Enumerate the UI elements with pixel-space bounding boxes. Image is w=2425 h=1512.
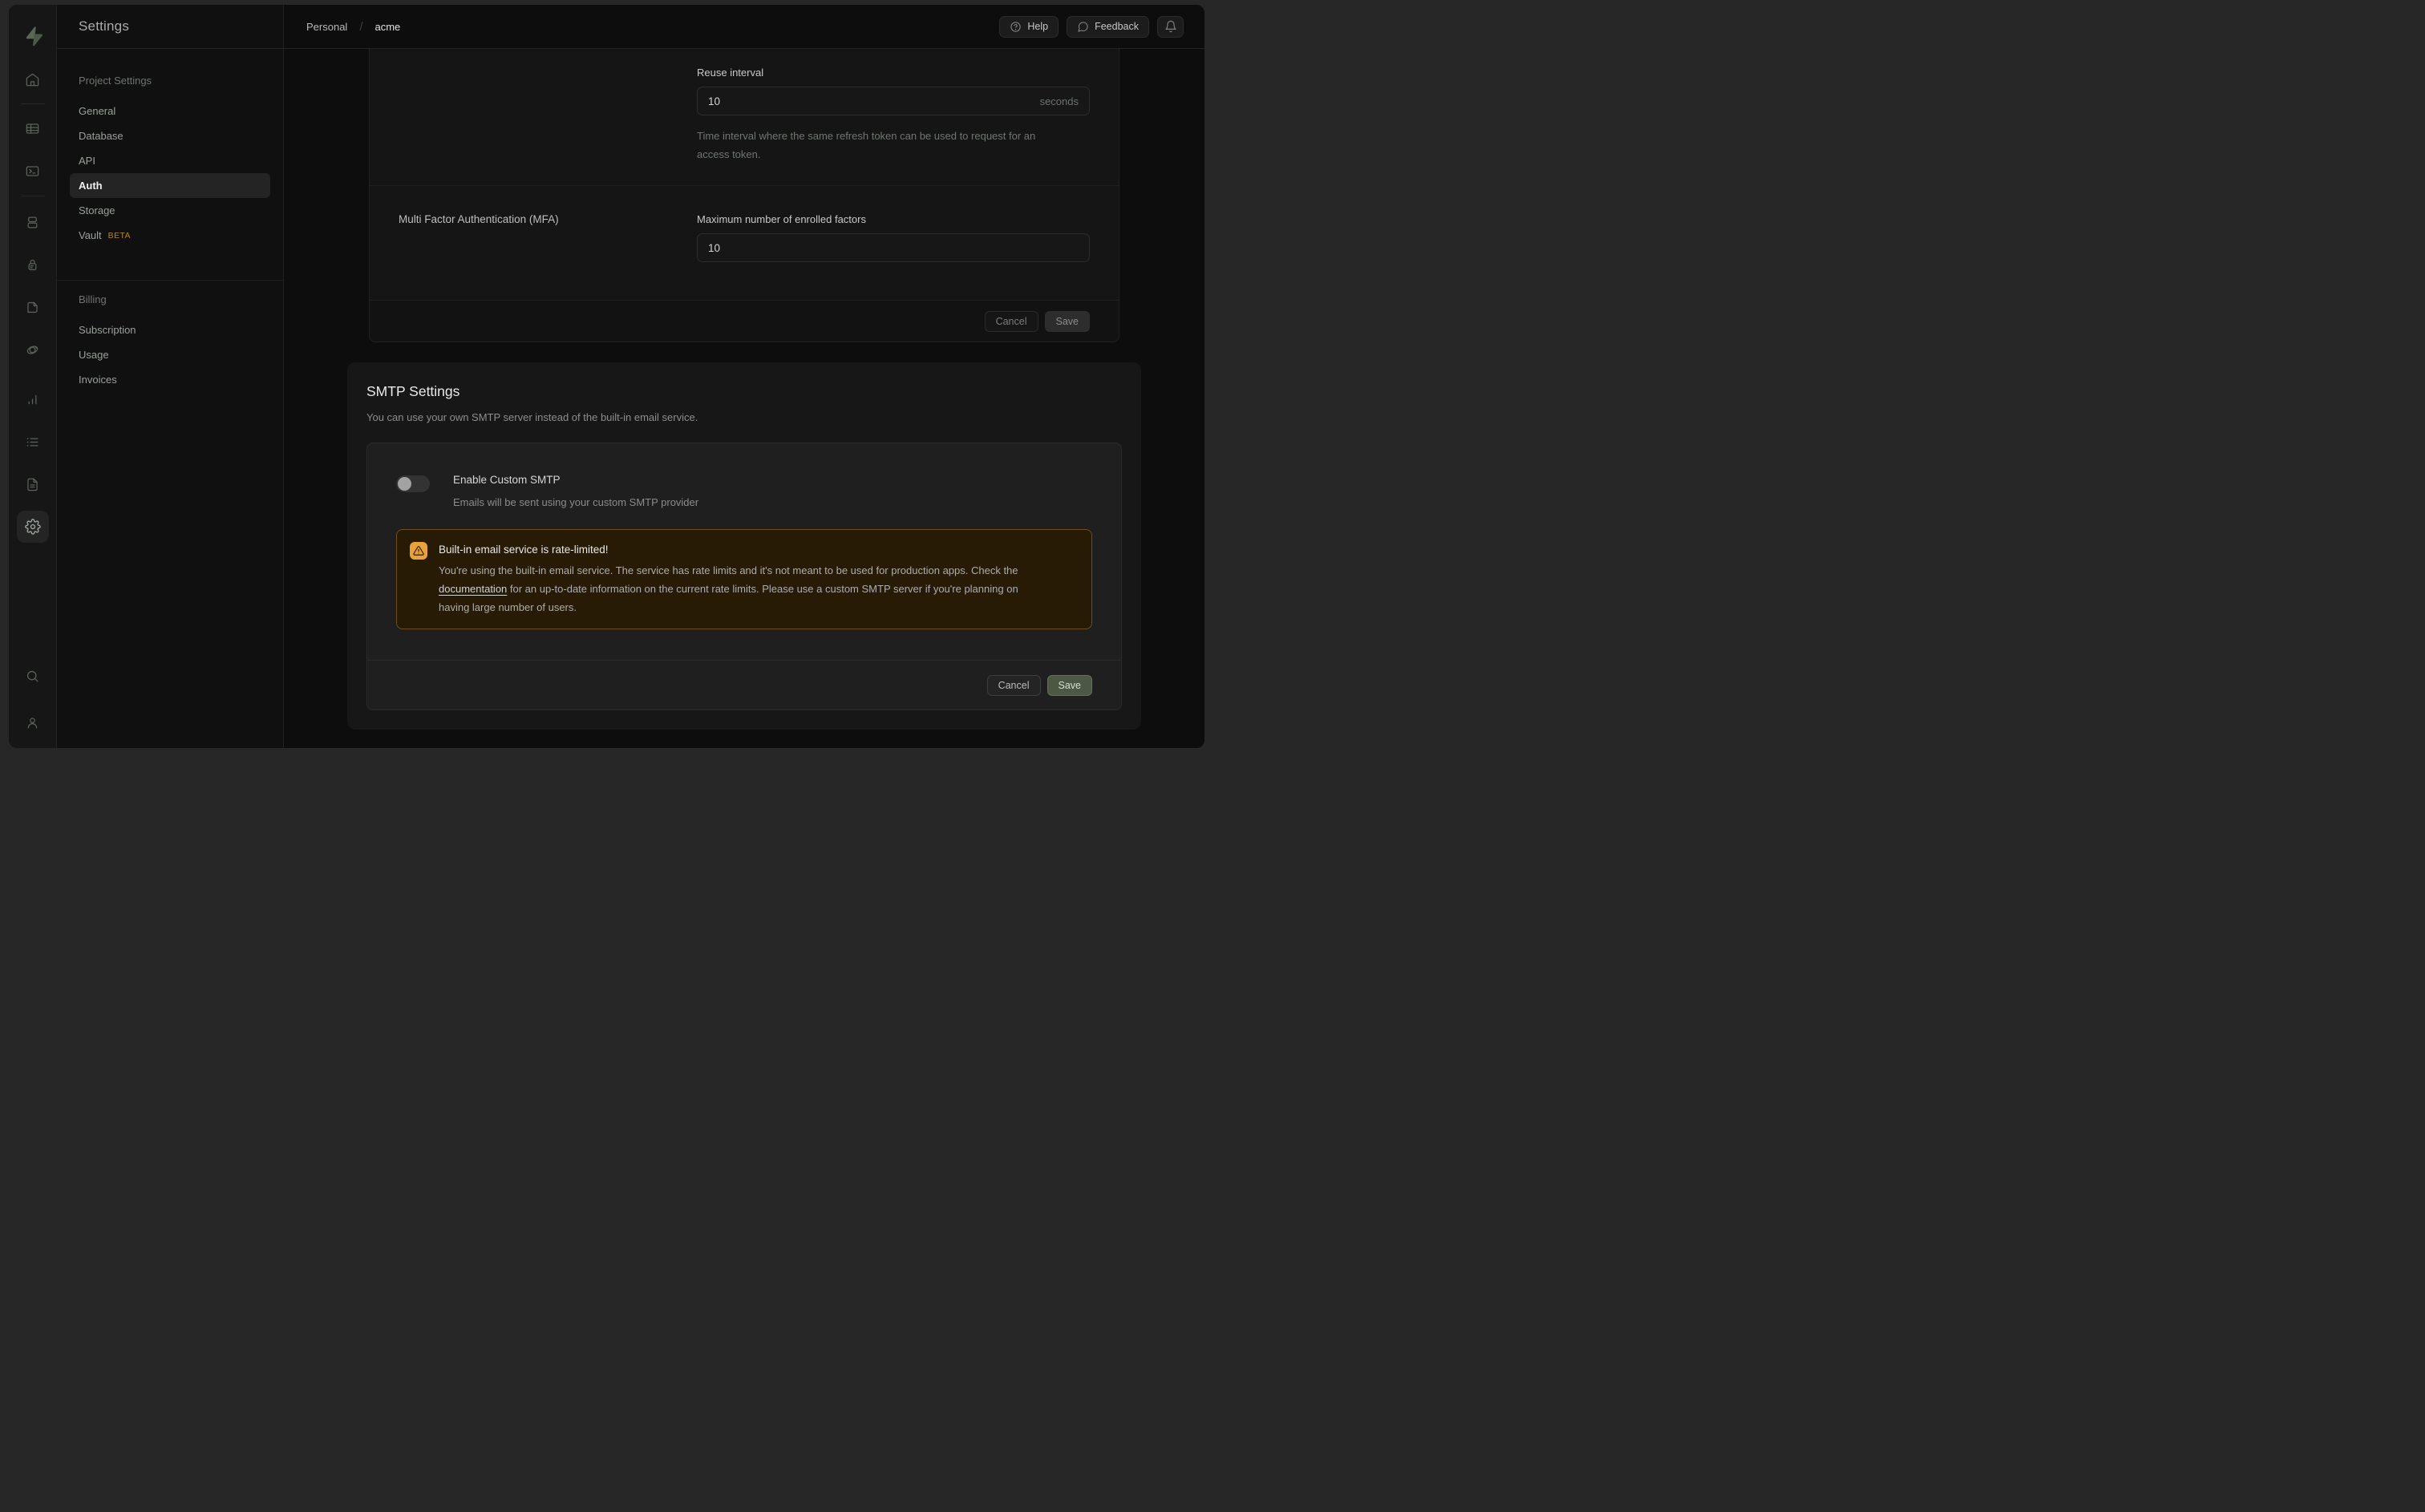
toggle-knob — [398, 477, 411, 491]
smtp-card: Enable Custom SMTP Emails will be sent u… — [366, 443, 1122, 710]
auth-card-footer: Cancel Save — [370, 300, 1119, 342]
sidebar-item-storage[interactable]: Storage — [70, 198, 270, 223]
warning-title: Built-in email service is rate-limited! — [439, 542, 1020, 558]
settings-sidebar-body: Project Settings General Database API Au… — [57, 49, 283, 392]
documentation-link[interactable]: documentation — [439, 583, 507, 595]
mfa-max-factors-input[interactable] — [708, 242, 1079, 254]
smtp-section: SMTP Settings You can use your own SMTP … — [347, 362, 1141, 730]
sidebar-item-usage[interactable]: Usage — [70, 342, 270, 367]
auth-tokens-card: Reuse interval seconds Time interval whe… — [369, 49, 1119, 342]
mfa-row: Multi Factor Authentication (MFA) Maximu… — [370, 186, 1119, 300]
app-panel: Settings Project Settings General Databa… — [9, 5, 1204, 748]
smtp-save-button[interactable]: Save — [1047, 675, 1093, 696]
smtp-card-footer: Cancel Save — [367, 660, 1121, 710]
row-left-spacer — [370, 49, 697, 185]
reports-icon[interactable] — [23, 390, 43, 409]
help-button[interactable]: Help — [999, 16, 1059, 38]
breadcrumb-org[interactable]: Personal — [306, 21, 347, 33]
nav-group-billing: Billing — [79, 293, 270, 308]
sidebar-item-invoices[interactable]: Invoices — [70, 367, 270, 392]
reuse-interval-input[interactable] — [708, 95, 1040, 107]
smtp-title: SMTP Settings — [366, 383, 1122, 400]
logs-icon[interactable] — [23, 432, 43, 451]
api-docs-icon[interactable] — [23, 475, 43, 494]
table-editor-icon[interactable] — [23, 119, 43, 138]
sidebar-item-subscription[interactable]: Subscription — [70, 317, 270, 342]
enable-custom-smtp-description: Emails will be sent using your custom SM… — [453, 496, 698, 508]
notifications-button[interactable] — [1157, 16, 1184, 38]
warning-body: You're using the built-in email service.… — [439, 561, 1020, 617]
auth-cancel-button[interactable]: Cancel — [985, 311, 1038, 332]
reuse-interval-row: Reuse interval seconds Time interval whe… — [370, 49, 1119, 185]
smtp-toggle-row: Enable Custom SMTP Emails will be sent u… — [367, 443, 1121, 508]
top-bar-actions: Help Feedback — [999, 16, 1184, 38]
rate-limit-warning: Built-in email service is rate-limited! … — [396, 529, 1092, 629]
reuse-interval-label: Reuse interval — [697, 67, 1090, 79]
help-icon — [1010, 21, 1022, 33]
enable-custom-smtp-toggle[interactable] — [396, 475, 430, 492]
smtp-cancel-button[interactable]: Cancel — [987, 675, 1041, 696]
beta-badge: BETA — [108, 231, 131, 241]
reuse-interval-input-box: seconds — [697, 87, 1090, 115]
feedback-icon — [1077, 21, 1089, 33]
edge-functions-icon[interactable] — [23, 340, 43, 359]
database-icon[interactable] — [23, 212, 43, 232]
mfa-section-label: Multi Factor Authentication (MFA) — [370, 186, 697, 300]
sidebar-item-api[interactable]: API — [70, 148, 270, 173]
warning-triangle-icon — [410, 542, 427, 560]
icon-rail — [9, 5, 57, 748]
account-icon[interactable] — [23, 713, 43, 732]
settings-sidebar: Settings Project Settings General Databa… — [57, 5, 284, 748]
settings-sidebar-header: Settings — [57, 5, 283, 49]
mfa-max-factors-label: Maximum number of enrolled factors — [697, 213, 1090, 225]
auth-save-button[interactable]: Save — [1045, 311, 1091, 332]
reuse-interval-unit: seconds — [1040, 95, 1079, 107]
home-icon[interactable] — [23, 70, 43, 89]
sql-editor-icon[interactable] — [23, 161, 43, 180]
top-bar: Personal / acme Help Feedback — [284, 5, 1204, 49]
sidebar-item-general[interactable]: General — [70, 99, 270, 123]
main-area: Personal / acme Help Feedback — [284, 5, 1204, 748]
rail-divider — [21, 103, 45, 104]
search-icon[interactable] — [23, 666, 43, 685]
feedback-button[interactable]: Feedback — [1067, 16, 1149, 38]
supabase-logo-icon — [22, 26, 43, 46]
sidebar-item-database[interactable]: Database — [70, 123, 270, 148]
storage-icon[interactable] — [23, 297, 43, 317]
app-window: Settings Project Settings General Databa… — [0, 0, 1212, 756]
smtp-description: You can use your own SMTP server instead… — [366, 411, 1122, 423]
bell-icon — [1164, 20, 1177, 33]
breadcrumb-project[interactable]: acme — [374, 21, 400, 33]
content-scroll-area[interactable]: Reuse interval seconds Time interval whe… — [284, 49, 1204, 748]
nav-group-project-settings: Project Settings — [79, 75, 270, 89]
settings-icon[interactable] — [17, 511, 49, 543]
breadcrumb-separator: / — [359, 20, 362, 34]
sidebar-item-vault[interactable]: Vault BETA — [70, 223, 270, 248]
page-title: Settings — [79, 18, 129, 34]
sidebar-item-auth[interactable]: Auth — [70, 173, 270, 198]
mfa-max-factors-input-box — [697, 233, 1090, 262]
sidebar-divider — [57, 280, 283, 281]
reuse-interval-description: Time interval where the same refresh tok… — [697, 127, 1042, 164]
enable-custom-smtp-label: Enable Custom SMTP — [453, 474, 698, 486]
auth-icon[interactable] — [23, 255, 43, 274]
